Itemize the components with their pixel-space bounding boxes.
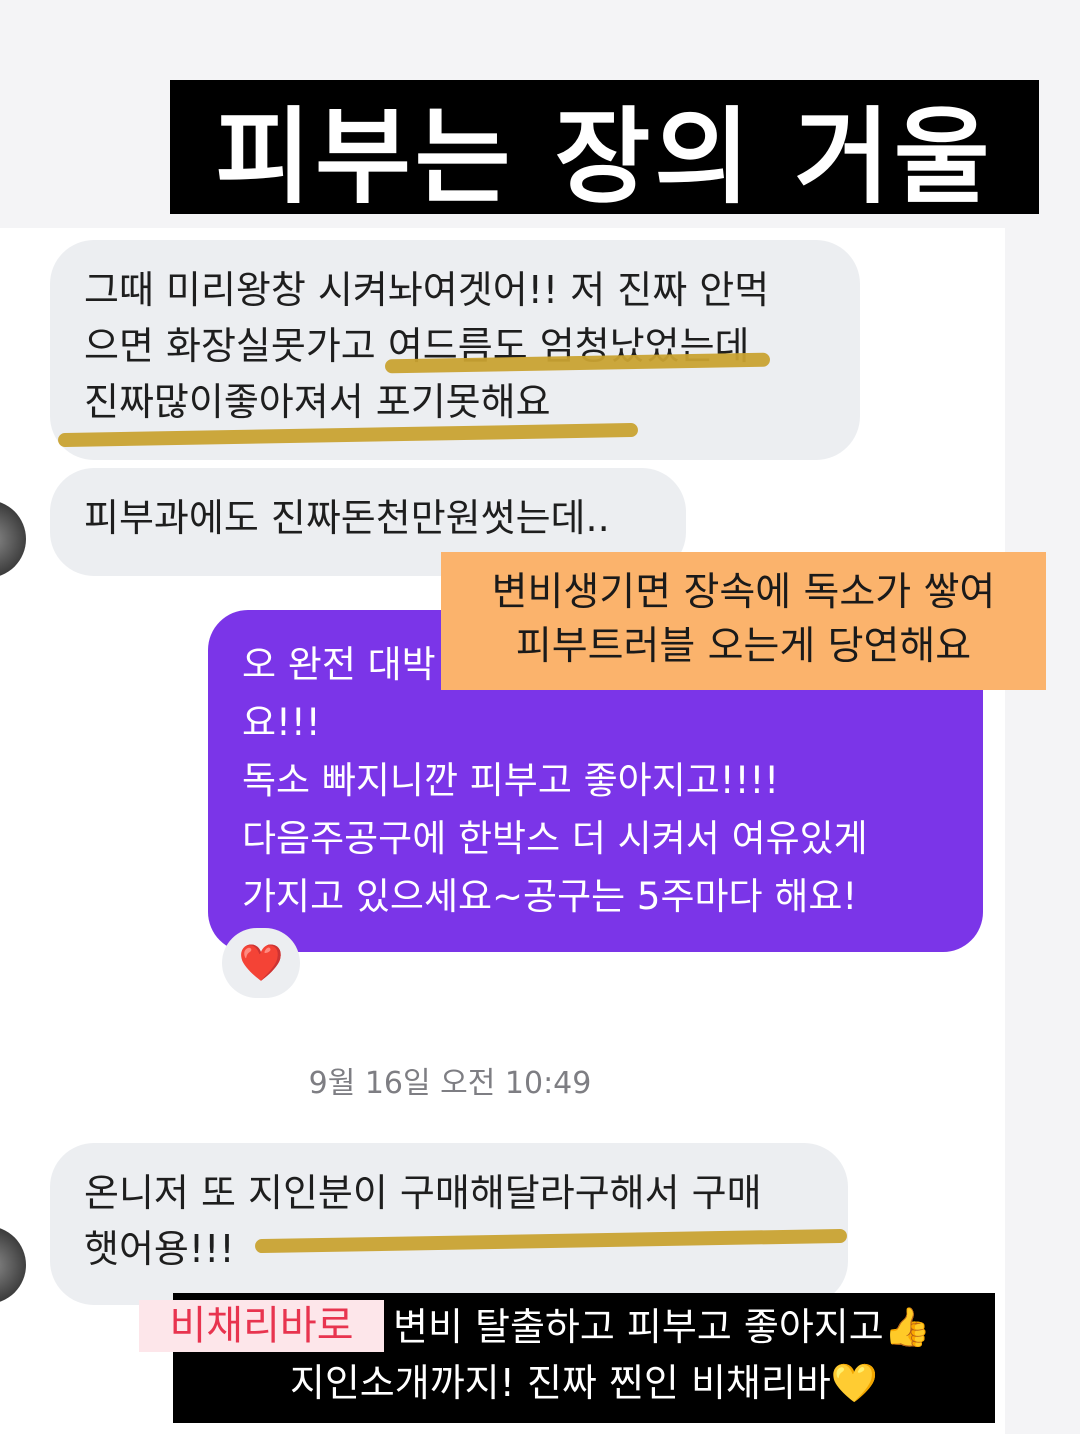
message-line: 다음주공구에 한박스 더 시켜서 여유있게 [242, 817, 868, 860]
caption-box: 변비생기면 장속에 독소가 쌓여 피부트러블 오는게 당연해요 [441, 552, 1046, 690]
caption-line: 피부트러블 오는게 당연해요 [515, 624, 972, 669]
message-line: 온니저 또 지인분이 구매해달라구해서 구매 [84, 1171, 762, 1215]
message-line: 진짜많이좋아져서 포기못해요 [84, 380, 551, 424]
heart-reaction-icon[interactable]: ❤️ [222, 928, 300, 998]
title-banner: 피부는 장의 거울 [170, 80, 1039, 218]
yellow-heart-icon: 💛 [830, 1361, 879, 1405]
timestamp: 9월 16일 오전 10:49 [308, 1066, 592, 1101]
banner-line-2-text: 지인소개까지! 진짜 찐인 비채리바 [289, 1361, 831, 1405]
banner-line-2: 지인소개까지! 진짜 찐인 비채리바💛 [173, 1355, 995, 1411]
brand-tag: 비채리바로 [139, 1300, 384, 1352]
banner-line-1-text: 변비 탈출하고 피부고 좋아지고 [393, 1305, 884, 1349]
message-line: 가지고 있으세요~공구는 5주마다 해요! [242, 875, 858, 918]
title-text: 피부는 장의 거울 [215, 95, 994, 218]
message-line: 요!!! [242, 701, 321, 744]
message-line: 독소 빠지니깐 피부고 좋아지고!!!! [242, 759, 780, 802]
caption-line: 변비생기면 장속에 독소가 쌓여 [491, 570, 996, 615]
incoming-message-bubble[interactable]: 온니저 또 지인분이 구매해달라구해서 구매 햇어용!!! [50, 1143, 848, 1305]
message-line: 피부과에도 진짜돈천만원썻는데.. [84, 496, 610, 540]
thumbs-up-icon: 👍 [883, 1305, 932, 1349]
heart-icon: ❤️ [238, 943, 284, 984]
message-line: 그때 미리왕창 시켜놔여겟어!! 저 진짜 안먹 [84, 268, 770, 312]
